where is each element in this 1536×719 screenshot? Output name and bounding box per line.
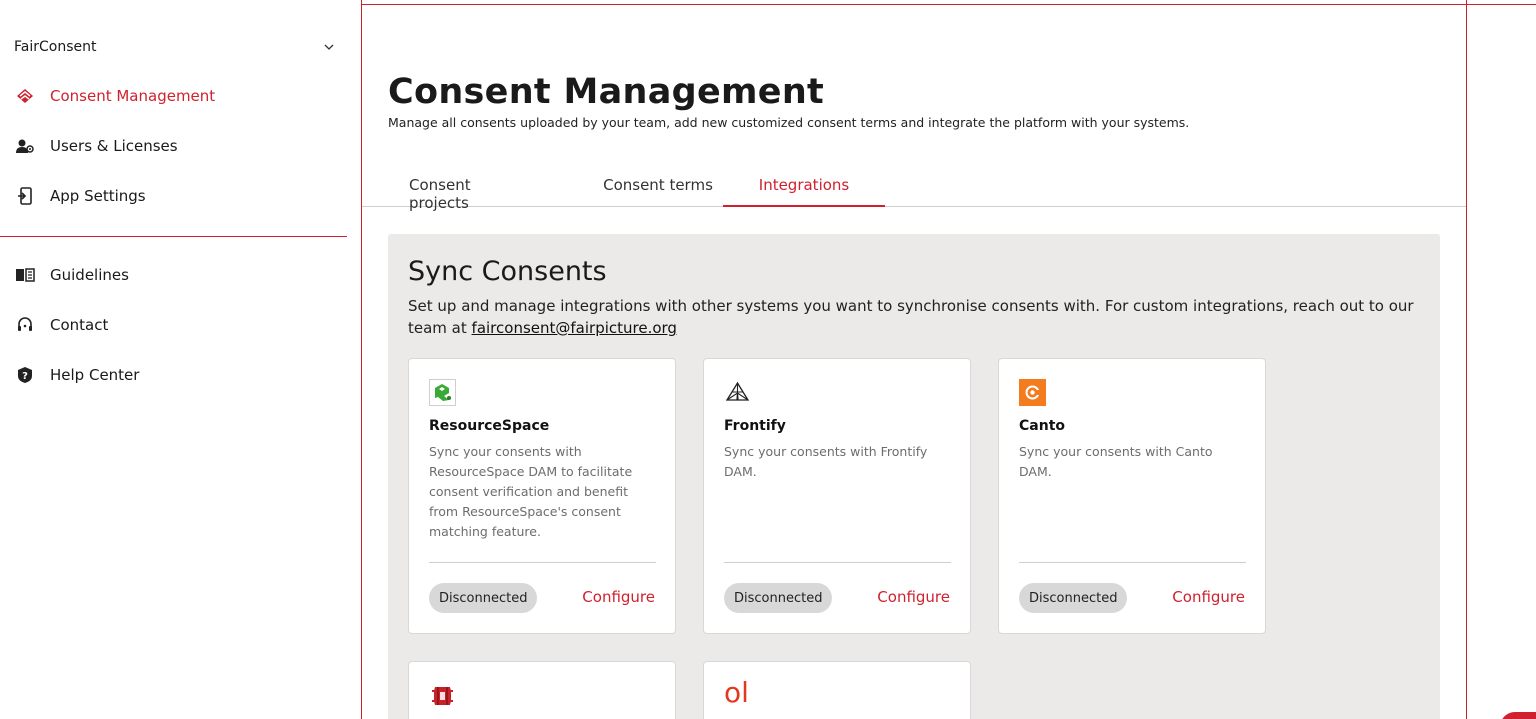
headset-icon — [14, 314, 36, 336]
app-settings-icon — [14, 185, 36, 207]
panel-title: Sync Consents — [408, 256, 607, 287]
aws-s3-logo-icon — [429, 682, 456, 709]
configure-button[interactable]: Configure — [877, 588, 950, 606]
svg-text:?: ? — [22, 371, 28, 382]
integration-card-frontify: Frontify Sync your consents with Frontif… — [703, 358, 971, 634]
tab-label: Integrations — [758, 176, 850, 194]
integration-card-canto: Canto Sync your consents with Canto DAM.… — [998, 358, 1266, 634]
integration-description: Sync your consents with Frontify DAM. — [724, 444, 928, 479]
sidebar-item-contact[interactable]: Contact — [14, 313, 334, 337]
card-divider — [724, 562, 951, 563]
panel-description: Set up and manage integrations with othe… — [408, 295, 1428, 339]
main-border-left — [361, 0, 362, 719]
integration-description: Sync your consents with Canto DAM. — [1019, 444, 1213, 479]
canto-logo-icon — [1019, 379, 1046, 406]
help-icon: ? — [14, 364, 36, 386]
ol-logo-icon: ol — [724, 676, 749, 709]
tab-integrations[interactable]: Integrations — [723, 176, 885, 207]
tab-label: Consent terms — [603, 176, 713, 194]
tab-consent-projects[interactable]: Consent projects — [409, 176, 576, 212]
sidebar-item-help-center[interactable]: ? Help Center — [14, 363, 334, 387]
integration-card-ol: ol — [703, 661, 971, 719]
tab-bar: Consent projects Consent terms Integrati… — [362, 176, 1466, 212]
integration-name: ResourceSpace — [429, 418, 550, 434]
book-icon — [14, 264, 36, 286]
sidebar: FairConsent Consent Management Users & L… — [0, 0, 361, 719]
integration-description: Sync your consents with ResourceSpace DA… — [429, 444, 633, 539]
main-border-right — [1466, 0, 1467, 719]
integration-name: Frontify — [724, 418, 786, 434]
integration-name: Canto — [1019, 418, 1065, 434]
org-name: FairConsent — [14, 39, 97, 55]
sidebar-item-consent-management[interactable]: Consent Management — [14, 84, 334, 108]
sidebar-item-label: Help Center — [50, 366, 140, 384]
tab-label: Consent projects — [409, 176, 471, 212]
page-title: Consent Management — [388, 72, 825, 112]
consent-logo-icon — [14, 85, 36, 107]
sidebar-item-label: Contact — [50, 316, 109, 334]
sidebar-item-guidelines[interactable]: Guidelines — [14, 263, 334, 287]
integration-card-resourcespace: ResourceSpace Sync your consents with Re… — [408, 358, 676, 634]
resourcespace-logo-icon — [429, 379, 456, 406]
sidebar-item-label: Guidelines — [50, 266, 129, 284]
card-divider — [429, 562, 656, 563]
sidebar-item-label: Users & Licenses — [50, 137, 178, 155]
configure-button[interactable]: Configure — [1172, 588, 1245, 606]
configure-button[interactable]: Configure — [582, 588, 655, 606]
status-badge: Disconnected — [429, 583, 538, 613]
contact-email-link[interactable]: fairconsent@fairpicture.org — [472, 319, 677, 337]
sidebar-item-app-settings[interactable]: App Settings — [14, 184, 334, 208]
main-border-top — [361, 4, 1536, 5]
org-switcher[interactable]: FairConsent — [14, 36, 334, 58]
sync-consents-panel: Sync Consents Set up and manage integrat… — [388, 234, 1440, 719]
card-divider — [1019, 562, 1246, 563]
sidebar-item-label: App Settings — [50, 187, 146, 205]
users-icon — [14, 135, 36, 157]
sidebar-item-users-licenses[interactable]: Users & Licenses — [14, 134, 334, 158]
sidebar-item-label: Consent Management — [50, 87, 216, 105]
chat-widget-button[interactable] — [1500, 712, 1536, 719]
tab-consent-terms[interactable]: Consent terms — [584, 176, 732, 207]
status-badge: Disconnected — [1019, 583, 1128, 613]
status-badge: Disconnected — [724, 583, 833, 613]
frontify-logo-icon — [724, 379, 751, 406]
integration-card-aws-s3 — [408, 661, 676, 719]
chevron-down-icon — [324, 44, 334, 50]
sidebar-divider — [0, 236, 347, 237]
page-subtitle: Manage all consents uploaded by your tea… — [388, 115, 1190, 130]
